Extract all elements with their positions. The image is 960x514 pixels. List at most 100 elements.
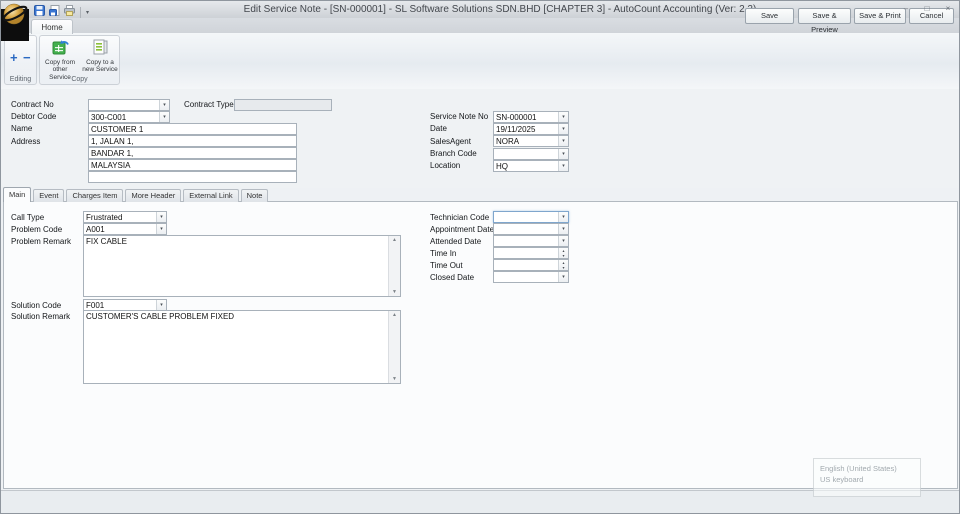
chevron-down-icon[interactable]: ▾ <box>159 112 169 122</box>
tab-event[interactable]: Event <box>33 189 64 202</box>
chevron-down-icon[interactable]: ▾ <box>558 124 568 134</box>
address-line2-field[interactable] <box>88 147 297 159</box>
sales-agent-field[interactable]: ▾ <box>493 135 569 147</box>
technician-code-field[interactable]: ▾ <box>493 211 569 223</box>
problem-code-input[interactable] <box>84 224 156 234</box>
chevron-down-icon[interactable]: ▾ <box>159 100 169 110</box>
service-note-no-label: Service Note No <box>430 112 488 121</box>
solution-code-input[interactable] <box>84 300 156 310</box>
contract-no-input[interactable] <box>89 100 159 110</box>
time-out-input[interactable] <box>494 260 558 270</box>
chevron-down-icon[interactable]: ▾ <box>558 112 568 122</box>
chevron-down-icon[interactable]: ▾ <box>156 212 166 222</box>
save-as-icon[interactable] <box>49 3 60 21</box>
location-input[interactable] <box>494 161 558 171</box>
address-line1-input[interactable] <box>89 136 296 146</box>
appointment-date-label: Appointment Date <box>430 225 494 234</box>
autocount-logo-icon[interactable] <box>2 1 29 33</box>
date-input[interactable] <box>494 124 558 134</box>
scroll-up-icon[interactable]: ▲ <box>392 312 397 318</box>
address-line2-input[interactable] <box>89 148 296 158</box>
remove-icon[interactable]: − <box>23 51 31 64</box>
tab-note[interactable]: Note <box>241 189 269 202</box>
print-icon[interactable] <box>64 3 75 21</box>
scroll-up-icon[interactable]: ▲ <box>392 237 397 243</box>
contract-type-input <box>235 100 331 110</box>
copy-to-new-service-button[interactable]: Copy to a new Service <box>81 39 119 76</box>
tab-main[interactable]: Main <box>3 187 31 202</box>
appointment-date-field[interactable]: ▾ <box>493 223 569 235</box>
scroll-down-icon[interactable]: ▼ <box>392 289 397 295</box>
debtor-code-input[interactable] <box>89 112 159 122</box>
chevron-down-icon[interactable]: ▾ <box>156 224 166 234</box>
date-field[interactable]: ▾ <box>493 123 569 135</box>
time-in-field[interactable]: ▴▾ <box>493 247 569 259</box>
time-out-field[interactable]: ▴▾ <box>493 259 569 271</box>
chevron-down-icon[interactable]: ▾ <box>558 236 568 246</box>
address-line3-input[interactable] <box>89 160 296 170</box>
sales-agent-input[interactable] <box>494 136 558 146</box>
close-icon[interactable]: × <box>942 3 954 14</box>
time-in-input[interactable] <box>494 248 558 258</box>
save-and-preview-button[interactable]: Save & Preview <box>798 8 851 24</box>
chevron-down-icon[interactable]: ▾ <box>558 224 568 234</box>
copy-from-other-service-button[interactable]: Copy from other Service <box>41 39 79 76</box>
sales-agent-label: SalesAgent <box>430 137 471 146</box>
chevron-down-icon[interactable]: ▾ <box>558 149 568 159</box>
address-line4-field[interactable] <box>88 171 297 183</box>
contract-type-label: Contract Type <box>184 100 234 109</box>
location-field[interactable]: ▾ <box>493 160 569 172</box>
closed-date-input[interactable] <box>494 272 558 282</box>
restore-icon[interactable]: □ <box>921 3 933 14</box>
tab-charges-item[interactable]: Charges Item <box>66 189 123 202</box>
debtor-code-field[interactable]: ▾ <box>88 111 170 123</box>
appointment-date-input[interactable] <box>494 224 558 234</box>
closed-date-field[interactable]: ▾ <box>493 271 569 283</box>
contract-type-field <box>234 99 332 111</box>
solution-remark-field[interactable]: CUSTOMER'S CABLE PROBLEM FIXED ▲ ▼ <box>83 310 401 384</box>
name-input[interactable] <box>89 124 296 134</box>
problem-remark-textarea[interactable]: FIX CABLE <box>84 236 388 296</box>
tab-external-link[interactable]: External Link <box>183 189 238 202</box>
contract-no-field[interactable]: ▾ <box>88 99 170 111</box>
branch-code-field[interactable]: ▾ <box>493 148 569 160</box>
save-button[interactable]: Save <box>745 8 794 24</box>
problem-code-field[interactable]: ▾ <box>83 223 167 235</box>
ribbon-tab-home[interactable]: Home <box>31 19 73 34</box>
problem-remark-field[interactable]: FIX CABLE ▲ ▼ <box>83 235 401 297</box>
add-icon[interactable]: + <box>10 51 18 64</box>
save-icon[interactable] <box>34 3 45 21</box>
spin-down-icon[interactable]: ▾ <box>559 253 568 258</box>
minimize-icon[interactable]: – <box>900 3 912 14</box>
branch-code-input[interactable] <box>494 149 558 159</box>
problem-remark-scrollbar[interactable]: ▲ ▼ <box>388 236 400 296</box>
chevron-down-icon[interactable]: ▾ <box>558 272 568 282</box>
attended-date-input[interactable] <box>494 236 558 246</box>
chevron-down-icon[interactable]: ▾ <box>558 212 568 222</box>
toolbar-overflow-caret-icon[interactable]: ▾ <box>86 9 89 16</box>
save-and-print-button[interactable]: Save & Print <box>854 8 906 24</box>
chevron-down-icon[interactable]: ▾ <box>558 136 568 146</box>
toolbar-separator <box>80 7 81 18</box>
call-type-input[interactable] <box>84 212 156 222</box>
technician-code-input[interactable] <box>494 212 558 222</box>
address-line4-input[interactable] <box>89 172 296 182</box>
solution-remark-scrollbar[interactable]: ▲ ▼ <box>388 311 400 383</box>
time-out-label: Time Out <box>430 261 463 270</box>
app-window: Edit Service Note - [SN-000001] - SL Sof… <box>0 0 960 514</box>
chevron-down-icon[interactable]: ▾ <box>558 161 568 171</box>
time-out-spinner[interactable]: ▴▾ <box>558 260 568 270</box>
spin-down-icon[interactable]: ▾ <box>559 265 568 270</box>
chevron-down-icon[interactable]: ▾ <box>156 300 166 310</box>
service-note-no-input[interactable] <box>494 112 558 122</box>
attended-date-field[interactable]: ▾ <box>493 235 569 247</box>
solution-remark-textarea[interactable]: CUSTOMER'S CABLE PROBLEM FIXED <box>84 311 388 383</box>
service-note-no-field[interactable]: ▾ <box>493 111 569 123</box>
call-type-field[interactable]: ▾ <box>83 211 167 223</box>
address-line3-field[interactable] <box>88 159 297 171</box>
address-line1-field[interactable] <box>88 135 297 147</box>
name-field[interactable] <box>88 123 297 135</box>
tab-more-header[interactable]: More Header <box>125 189 181 202</box>
time-in-spinner[interactable]: ▴▾ <box>558 248 568 258</box>
scroll-down-icon[interactable]: ▼ <box>392 376 397 382</box>
